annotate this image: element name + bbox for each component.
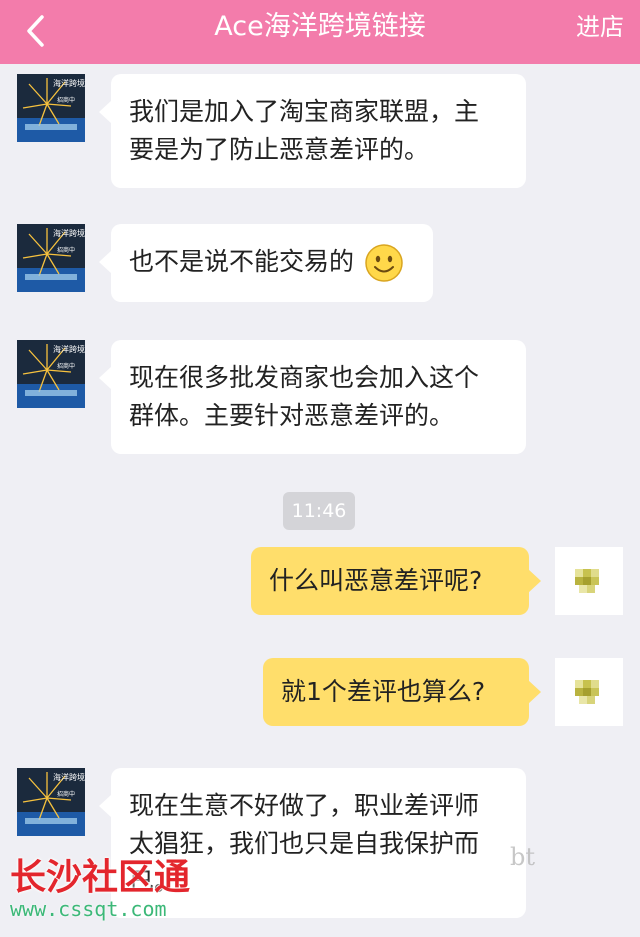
shop-avatar[interactable]: 海洋跨境 招商中 — [17, 340, 85, 408]
fireworks-avatar-image: 海洋跨境 招商中 — [17, 768, 85, 836]
message-text: 就1个差评也算么? — [281, 677, 486, 706]
message-text: 群体。主要针对恶意差评的。 — [129, 401, 455, 430]
fireworks-avatar-image: 海洋跨境 招商中 — [17, 340, 85, 408]
message-bubble-incoming: 现在很多批发商家也会加入这个 群体。主要针对恶意差评的。 — [99, 340, 526, 454]
fireworks-avatar-image: 海洋跨境 招商中 — [17, 74, 85, 142]
message-bubble-incoming: 我们是加入了淘宝商家联盟，主 要是为了防止恶意差评的。 — [99, 74, 526, 188]
message-bubble-outgoing: 就1个差评也算么? — [263, 658, 541, 726]
shop-avatar[interactable]: 海洋跨境 招商中 — [17, 224, 85, 292]
svg-text:招商中: 招商中 — [57, 790, 75, 798]
message-bubble-outgoing: 什么叫恶意差评呢? — [251, 547, 541, 615]
message-text: 要是为了防止恶意差评的。 — [129, 135, 430, 164]
shop-avatar[interactable]: 海洋跨境 招商中 — [17, 74, 85, 142]
site-watermark: 长沙社区通 www.cssqt.com — [10, 857, 191, 921]
enter-store-button[interactable]: 进店 — [576, 0, 624, 54]
message-text: 现在很多批发商家也会加入这个 — [129, 363, 480, 392]
svg-text:海洋跨境: 海洋跨境 — [53, 772, 85, 782]
smiley-emoji-icon — [365, 244, 403, 282]
svg-text:海洋跨境: 海洋跨境 — [53, 78, 85, 88]
message-bubble-incoming: 也不是说不能交易的 — [99, 224, 433, 302]
chat-header: Ace海洋跨境链接 进店 — [0, 0, 640, 64]
watermark-url: www.cssqt.com — [10, 897, 167, 921]
svg-text:招商中: 招商中 — [57, 362, 75, 370]
message-text: 现在生意不好做了，职业差评师 — [129, 791, 480, 820]
message-text: 什么叫恶意差评呢? — [269, 566, 483, 595]
svg-text:招商中: 招商中 — [57, 96, 75, 104]
svg-text:海洋跨境: 海洋跨境 — [53, 228, 85, 238]
svg-text:海洋跨境: 海洋跨境 — [53, 344, 85, 354]
watermark-name: 长沙社区通 — [10, 857, 191, 898]
chat-title: Ace海洋跨境链接 — [214, 11, 426, 42]
fireworks-avatar-image: 海洋跨境 招商中 — [17, 224, 85, 292]
faint-watermark: bt — [510, 843, 536, 871]
user-avatar[interactable] — [555, 658, 623, 726]
blurred-avatar-image — [555, 658, 623, 726]
blurred-avatar-image — [555, 547, 623, 615]
user-avatar[interactable] — [555, 547, 623, 615]
shop-avatar[interactable]: 海洋跨境 招商中 — [17, 768, 85, 836]
svg-text:招商中: 招商中 — [57, 246, 75, 254]
message-timestamp: 11:46 — [283, 492, 355, 530]
message-text: 也不是说不能交易的 — [129, 247, 355, 276]
message-text: 我们是加入了淘宝商家联盟，主 — [129, 97, 480, 126]
